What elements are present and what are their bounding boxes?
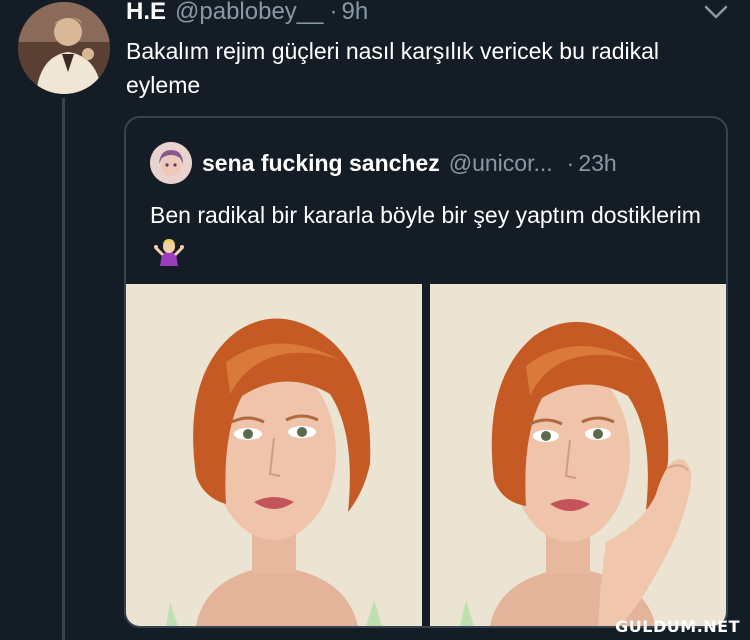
quoted-tweet-header: sena fucking sanchez @unicor... · 23h — [150, 142, 617, 184]
tweet-text: Bakalım rejim güçleri nasıl karşılık ver… — [126, 38, 660, 98]
photo-woman-red-bob-hair-hand-on-cheek — [430, 284, 726, 626]
author-name[interactable]: H.E — [126, 0, 166, 26]
photo-2[interactable] — [430, 284, 726, 626]
thread-line — [62, 98, 65, 640]
tweet-timestamp[interactable]: 9h — [342, 0, 369, 26]
quoted-tweet-card[interactable]: sena fucking sanchez @unicor... · 23h Be… — [124, 116, 728, 628]
quoted-tweet-text-block: Ben radikal bir kararla böyle bir şey ya… — [150, 198, 710, 266]
quoted-author-name[interactable]: sena fucking sanchez — [202, 150, 440, 177]
watermark: GULDUM.NET — [615, 617, 740, 636]
photo-grid — [126, 284, 726, 626]
chevron-down-icon[interactable] — [704, 4, 728, 20]
quoted-author-handle[interactable]: @unicor... — [449, 150, 553, 177]
photo-woman-red-bob-hair — [126, 284, 422, 626]
person-shrugging-emoji-icon — [154, 238, 184, 266]
quoted-tweet-text: Ben radikal bir kararla böyle bir şey ya… — [150, 202, 701, 228]
quoted-author-avatar[interactable] — [150, 142, 192, 184]
quoted-timestamp[interactable]: 23h — [578, 150, 616, 177]
author-handle[interactable]: @pablobey__ — [175, 0, 323, 26]
tweet-avatar[interactable] — [18, 2, 110, 94]
quoted-header-separator: · — [566, 149, 575, 176]
avatar-image — [18, 2, 110, 94]
quoted-avatar-image — [150, 142, 192, 184]
photo-1[interactable] — [126, 284, 422, 626]
header-separator: · — [329, 0, 338, 25]
tweet-header: H.E @pablobey__ · 9h — [126, 0, 368, 28]
